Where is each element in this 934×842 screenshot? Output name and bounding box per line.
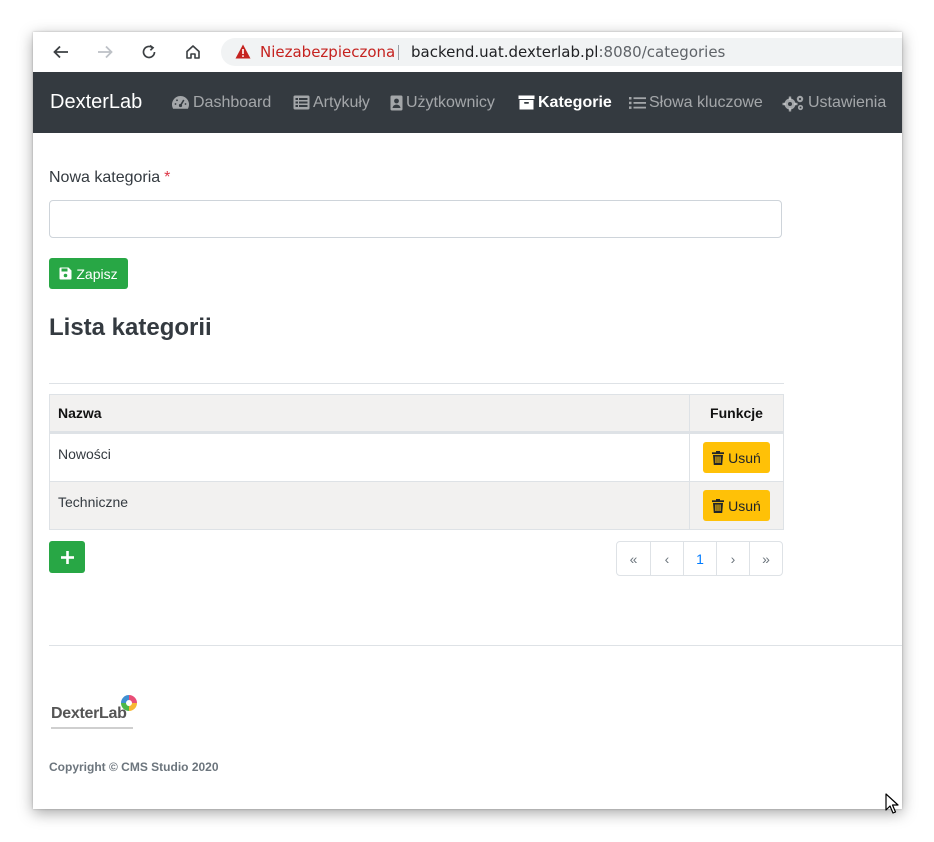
address-separator [398, 45, 399, 60]
nav-item-users[interactable]: Użytkownicy [390, 72, 495, 133]
pagination: « ‹ 1 › » [616, 541, 783, 576]
nav-label-categories: Kategorie [538, 93, 612, 111]
logo-tagline-bar [51, 727, 133, 729]
nav-item-articles[interactable]: Artykuły [293, 72, 370, 133]
top-navbar: DexterLab Dashboard Artykuły Użytkownicy… [33, 72, 902, 133]
table-header-row: Nazwa Funkcje [49, 394, 784, 434]
category-name: Techniczne [58, 494, 129, 510]
dashboard-gauge-icon [171, 95, 190, 109]
trash-icon [712, 498, 725, 513]
column-header-functions: Funkcje [689, 394, 784, 434]
url-path: :8080/categories [598, 43, 726, 61]
address-bar[interactable]: Niezabezpieczona backend.uat.dexterlab.p… [221, 38, 902, 66]
new-category-label-text: Nowa kategoria [49, 169, 161, 186]
nav-item-keywords[interactable]: Słowa kluczowe [629, 72, 763, 133]
section-divider [49, 383, 784, 384]
browser-window: Niezabezpieczona backend.uat.dexterlab.p… [33, 32, 902, 809]
url-host: backend.uat.dexterlab.pl [411, 43, 599, 61]
nav-label-settings: Ustawienia [808, 93, 887, 111]
delete-button[interactable]: Usuń [703, 442, 770, 473]
table-cell-name: Techniczne [49, 481, 690, 530]
warning-icon[interactable] [235, 44, 251, 59]
list-alt-icon [293, 95, 310, 110]
table-row: Techniczne Usuń [49, 481, 784, 530]
browser-toolbar: Niezabezpieczona backend.uat.dexterlab.p… [33, 32, 902, 72]
column-header-name[interactable]: Nazwa [49, 394, 690, 434]
footer-divider [49, 645, 902, 646]
footer-logo-text: DexterLab [51, 705, 127, 722]
pagination-prev[interactable]: ‹ [650, 542, 683, 575]
cogs-icon [782, 95, 804, 111]
categories-table: Nazwa Funkcje Nowości Usuń Techniczne Us… [49, 394, 784, 530]
pagination-last[interactable]: » [749, 542, 782, 575]
save-button[interactable]: Zapisz [49, 258, 128, 289]
home-icon[interactable] [181, 40, 205, 64]
list-icon [629, 96, 646, 109]
nav-item-categories[interactable]: Kategorie [518, 72, 612, 133]
delete-button[interactable]: Usuń [703, 490, 770, 521]
required-mark: * [164, 169, 171, 186]
delete-button-label: Usuń [728, 449, 761, 466]
nav-label-dashboard: Dashboard [193, 93, 272, 111]
pagination-page-current[interactable]: 1 [683, 542, 716, 575]
delete-button-label: Usuń [728, 497, 761, 514]
pagination-first[interactable]: « [617, 542, 650, 575]
new-category-label: Nowa kategoria * [49, 169, 170, 187]
category-name: Nowości [58, 446, 111, 462]
trash-icon [712, 450, 725, 465]
nav-label-articles: Artykuły [313, 93, 370, 111]
footer-logo: DexterLab [51, 695, 137, 729]
category-list-heading: Lista kategorii [49, 314, 212, 341]
nav-item-dashboard[interactable]: Dashboard [171, 72, 271, 133]
table-cell-name: Nowości [49, 432, 690, 482]
nav-label-keywords: Słowa kluczowe [649, 93, 763, 111]
table-cell-functions: Usuń [689, 432, 784, 482]
table-cell-functions: Usuń [689, 481, 784, 530]
reload-icon[interactable] [137, 40, 161, 64]
address-card-icon [390, 95, 403, 110]
logo-color-wheel-icon [121, 695, 137, 711]
mouse-cursor-icon [885, 793, 899, 814]
nav-label-users: Użytkownicy [406, 93, 495, 111]
url-text[interactable]: backend.uat.dexterlab.pl:8080/categories [411, 38, 725, 66]
plus-icon [60, 550, 74, 564]
copyright-text: Copyright © CMS Studio 2020 [49, 760, 219, 774]
new-category-input[interactable] [49, 200, 782, 238]
archive-box-icon [518, 95, 535, 110]
table-row: Nowości Usuń [49, 432, 784, 482]
nav-item-settings[interactable]: Ustawienia [782, 72, 886, 133]
security-status[interactable]: Niezabezpieczona [260, 38, 395, 66]
save-icon [59, 267, 72, 280]
save-button-label: Zapisz [76, 265, 118, 282]
navbar-brand[interactable]: DexterLab [50, 72, 142, 133]
forward-icon[interactable] [93, 40, 117, 64]
back-icon[interactable] [49, 40, 73, 64]
pagination-next[interactable]: › [716, 542, 749, 575]
add-category-button[interactable] [49, 541, 85, 573]
